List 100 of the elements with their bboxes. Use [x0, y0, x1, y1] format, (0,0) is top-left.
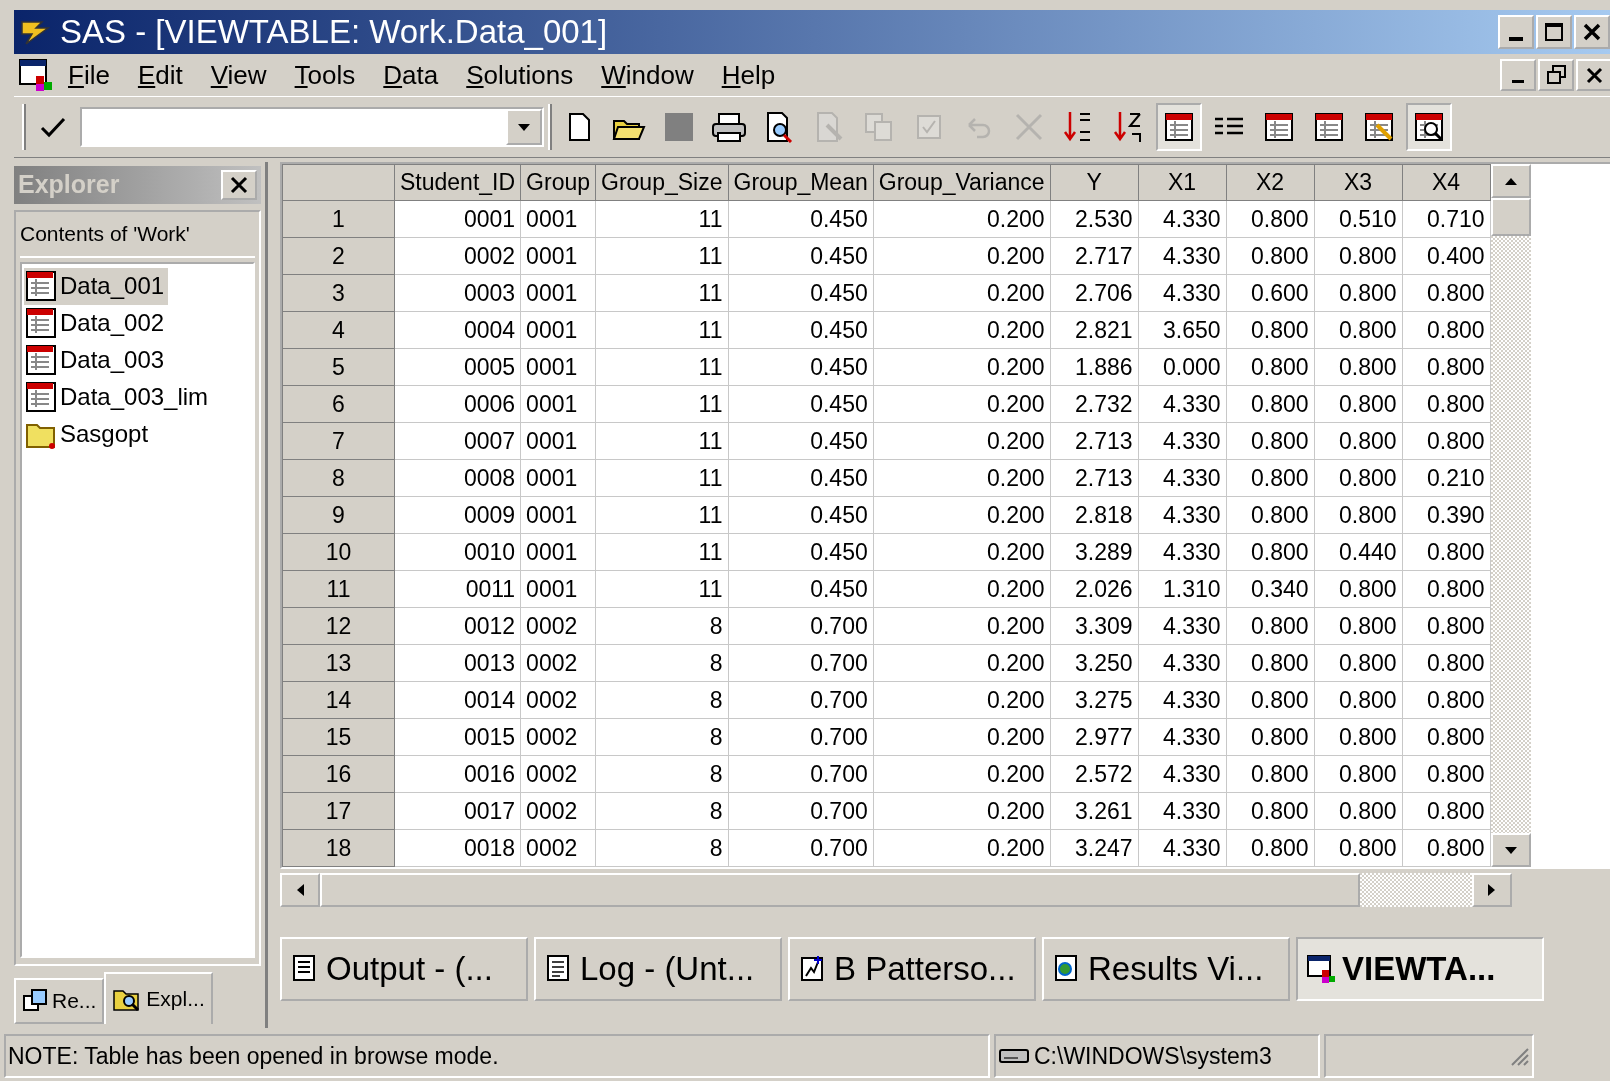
row-header[interactable]: 16: [282, 755, 395, 793]
column-header[interactable]: Group: [520, 164, 596, 201]
row-header[interactable]: 12: [282, 607, 395, 645]
row-header[interactable]: 14: [282, 681, 395, 719]
right-arrow-icon: [1487, 882, 1497, 898]
windows-icon: [22, 988, 48, 1014]
table-icon: [24, 269, 58, 303]
table-cell: 0.600: [1226, 274, 1315, 312]
column-header[interactable]: X3: [1314, 164, 1403, 201]
row-header[interactable]: 6: [282, 385, 395, 423]
row-header[interactable]: 1: [282, 200, 395, 238]
close-button[interactable]: [1574, 15, 1610, 49]
column-header[interactable]: X2: [1226, 164, 1315, 201]
table-cell: 3.289: [1050, 533, 1139, 571]
scrollbar-thumb[interactable]: [320, 873, 1360, 907]
row-header[interactable]: 2: [282, 237, 395, 275]
row-header[interactable]: 7: [282, 422, 395, 460]
row-header[interactable]: 17: [282, 792, 395, 830]
table-cell: 0001: [520, 459, 596, 497]
column-header[interactable]: X1: [1138, 164, 1227, 201]
maximize-button[interactable]: [1536, 15, 1572, 49]
restore-button[interactable]: [1538, 59, 1574, 91]
explorer-item[interactable]: Sasgopt: [24, 415, 153, 453]
row-header[interactable]: 10: [282, 533, 395, 571]
panel-tab[interactable]: Re...: [14, 978, 105, 1024]
menu-item[interactable]: Help: [707, 55, 790, 95]
column-header[interactable]: [282, 164, 395, 201]
table-cell: 0004: [394, 311, 521, 349]
table-cell: 0.800: [1314, 311, 1403, 349]
table-cell: 0.200: [873, 348, 1051, 386]
explorer-item[interactable]: Data_003: [24, 341, 169, 379]
menu-item[interactable]: Solutions: [452, 55, 588, 95]
dropdown-arrow-icon: [516, 122, 532, 132]
explorer-item[interactable]: Data_002: [24, 304, 169, 342]
menu-item[interactable]: File: [54, 55, 124, 95]
table-icon: [1313, 111, 1345, 143]
menu-item[interactable]: View: [196, 55, 281, 95]
column-header[interactable]: Group_Variance: [873, 164, 1051, 201]
table-cell: 4.330: [1138, 237, 1227, 275]
table-cell: 0005: [394, 348, 521, 386]
window-tab[interactable]: Output - (...: [280, 937, 528, 1001]
table-cell: 0.800: [1402, 829, 1491, 867]
toolbar-button[interactable]: [1406, 103, 1452, 151]
table-cell: 8: [595, 829, 728, 867]
horizontal-scrollbar[interactable]: [280, 873, 1512, 907]
window-tab[interactable]: Results Vi...: [1042, 937, 1290, 1001]
table-cell: 0002: [520, 829, 596, 867]
row-header[interactable]: 13: [282, 644, 395, 682]
row-header[interactable]: 15: [282, 718, 395, 756]
table-cell: 0.200: [873, 422, 1051, 460]
table-cell: 0.800: [1226, 607, 1315, 645]
scroll-down-button[interactable]: [1490, 833, 1531, 867]
column-header[interactable]: Y: [1050, 164, 1139, 201]
window-tab[interactable]: B Patterso...: [788, 937, 1036, 1001]
scroll-right-button[interactable]: [1472, 873, 1512, 907]
row-header[interactable]: 11: [282, 570, 395, 608]
table-cell: 0.800: [1314, 274, 1403, 312]
menu-item[interactable]: Window: [587, 55, 708, 95]
row-header[interactable]: 4: [282, 311, 395, 349]
menu-item[interactable]: Tools: [280, 55, 370, 95]
printer-icon: [711, 111, 747, 143]
minimize-button[interactable]: [1500, 59, 1536, 91]
table-cell: 0.200: [873, 570, 1051, 608]
scroll-up-button[interactable]: [1490, 164, 1531, 198]
close-button[interactable]: [221, 170, 257, 200]
stop-icon: [663, 111, 695, 143]
table-cell: 0001: [520, 237, 596, 275]
menu-item[interactable]: Edit: [123, 55, 197, 95]
row-header[interactable]: 8: [282, 459, 395, 497]
row-header[interactable]: 9: [282, 496, 395, 534]
table-cell: 0.200: [873, 533, 1051, 571]
table-cell: 0.800: [1402, 644, 1491, 682]
row-header[interactable]: 18: [282, 829, 395, 867]
menu-item[interactable]: Data: [369, 55, 453, 95]
close-button[interactable]: [1576, 59, 1610, 91]
table-cell: 0.800: [1314, 422, 1403, 460]
panel-tab[interactable]: Expl...: [104, 972, 213, 1024]
table-cell: 0.450: [728, 274, 874, 312]
table-cell: 0.450: [728, 533, 874, 571]
column-header[interactable]: Group_Mean: [728, 164, 874, 201]
explorer-item[interactable]: Data_001: [24, 267, 169, 305]
vertical-scrollbar[interactable]: [1490, 164, 1531, 867]
column-header[interactable]: Group_Size: [595, 164, 728, 201]
column-header[interactable]: X4: [1402, 164, 1491, 201]
table-cell: 0.800: [1314, 644, 1403, 682]
window-tab[interactable]: Log - (Unt...: [534, 937, 782, 1001]
table-cell: 11: [595, 570, 728, 608]
scrollbar-thumb[interactable]: [1490, 198, 1531, 236]
toolbar-button[interactable]: [1156, 103, 1202, 151]
table-cell: 8: [595, 644, 728, 682]
row-header[interactable]: 5: [282, 348, 395, 386]
scroll-left-button[interactable]: [280, 873, 320, 907]
explorer-item[interactable]: Data_003_lim: [24, 378, 213, 416]
table-cell: 0.800: [1402, 422, 1491, 460]
column-header[interactable]: Student_ID: [394, 164, 521, 201]
table-cell: 0.000: [1138, 348, 1227, 386]
table-cell: 0.700: [728, 829, 874, 867]
window-tab[interactable]: VIEWTA...: [1296, 937, 1544, 1001]
minimize-button[interactable]: [1498, 15, 1534, 49]
row-header[interactable]: 3: [282, 274, 395, 312]
